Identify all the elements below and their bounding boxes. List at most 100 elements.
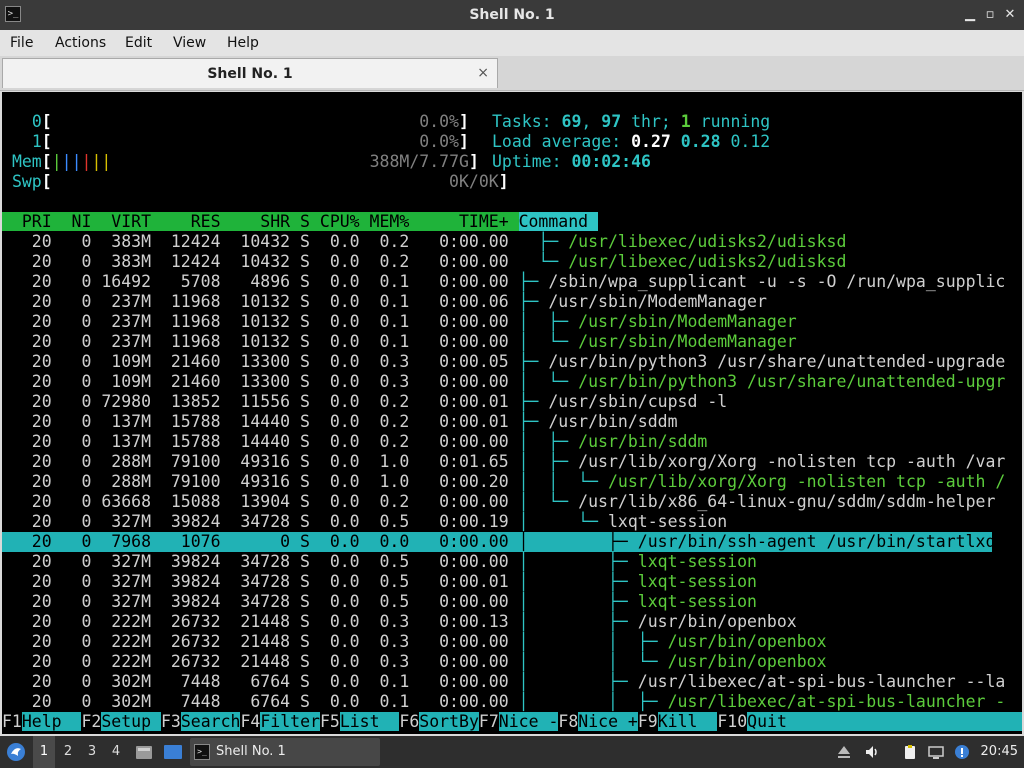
tree-connector: │ │ ├─	[518, 632, 668, 651]
fkey-label[interactable]: Nice +	[578, 712, 638, 731]
cpu1-meter: 1[ 0.0%]	[31, 132, 469, 151]
process-row[interactable]: 20 0 288M 79100 49316 S 0.0 1.0 0:01.65 …	[2, 452, 1006, 472]
process-command: /usr/libexec/at-spi-bus-launcher -	[667, 692, 1006, 711]
clock[interactable]: 20:45	[981, 736, 1018, 768]
menu-file[interactable]: File	[10, 30, 33, 56]
workspace-2[interactable]: 2	[57, 736, 79, 768]
tree-connector: │ ├─	[518, 452, 579, 471]
process-row[interactable]: 20 0 237M 11968 10132 S 0.0 0.1 0:00.00 …	[2, 312, 797, 332]
process-row[interactable]: 20 0 222M 26732 21448 S 0.0 0.3 0:00.00 …	[2, 652, 827, 672]
process-command: /usr/bin/sddm	[578, 432, 708, 451]
process-row[interactable]: 20 0 7968 1076 0 S 0.0 0.0 0:00.00 │ ├─ …	[2, 532, 1005, 552]
process-command: /usr/lib/xorg/Xorg -nolisten tcp -auth /	[607, 472, 1006, 491]
taskbar: 1 2 3 4 >_ Shell No. 1 20:45	[0, 736, 1024, 768]
process-row[interactable]: 20 0 302M 7448 6764 S 0.0 0.1 0:00.00 │ …	[2, 692, 1006, 712]
show-desktop-icon[interactable]	[163, 744, 183, 760]
process-row[interactable]: 20 0 237M 11968 10132 S 0.0 0.1 0:00.00 …	[2, 332, 797, 352]
fkey-f4[interactable]: F4	[240, 712, 261, 731]
file-manager-icon[interactable]	[135, 744, 153, 760]
process-row[interactable]: 20 0 16492 5708 4896 S 0.0 0.1 0:00.00 ├…	[2, 272, 1006, 292]
fkey-f1[interactable]: F1	[2, 712, 22, 731]
menu-view[interactable]: View	[173, 30, 206, 56]
tree-connector: │ ├─	[518, 612, 638, 631]
maximize-button[interactable]: ▫	[980, 0, 1000, 30]
process-row[interactable]: 20 0 137M 15788 14440 S 0.0 0.2 0:00.00 …	[2, 432, 708, 452]
tab-bar: Shell No. 1 ×	[0, 56, 1024, 91]
minimize-button[interactable]: ▁	[960, 0, 980, 30]
process-row[interactable]: 20 0 327M 39824 34728 S 0.0 0.5 0:00.01 …	[2, 572, 757, 592]
fkey-label[interactable]: Setup	[101, 712, 161, 731]
process-command: /usr/sbin/cupsd -l	[548, 392, 728, 411]
fkey-label[interactable]: Quit	[747, 712, 807, 731]
process-row[interactable]: 20 0 383M 12424 10432 S 0.0 0.2 0:00.00 …	[2, 252, 847, 272]
tab-shell-1[interactable]: Shell No. 1 ×	[2, 58, 498, 88]
menu-help[interactable]: Help	[227, 30, 259, 56]
process-row[interactable]: 20 0 222M 26732 21448 S 0.0 0.3 0:00.00 …	[2, 632, 827, 652]
process-stats: 20 0 302M 7448 6764 S 0.0 0.1 0:00.00	[2, 672, 519, 691]
process-row[interactable]: 20 0 327M 39824 34728 S 0.0 0.5 0:00.00 …	[2, 552, 757, 572]
fkey-f10[interactable]: F10	[717, 712, 748, 731]
fkey-f8[interactable]: F8	[558, 712, 579, 731]
window-titlebar[interactable]: >_ Shell No. 1 ▁ ▫ ✕	[0, 0, 1024, 30]
process-row[interactable]: 20 0 383M 12424 10432 S 0.0 0.2 0:00.00 …	[2, 232, 847, 252]
fkey-f7[interactable]: F7	[478, 712, 499, 731]
process-stats: 20 0 288M 79100 49316 S 0.0 1.0 0:01.65	[2, 452, 519, 471]
process-command: lxqt-session	[607, 512, 728, 531]
start-menu-icon[interactable]	[6, 742, 26, 762]
menu-actions[interactable]: Actions	[55, 30, 106, 56]
fkey-label[interactable]: Filter	[260, 712, 320, 731]
process-row[interactable]: 20 0 63668 15088 13904 S 0.0 0.2 0:00.00…	[2, 492, 996, 512]
network-icon[interactable]	[928, 744, 944, 760]
process-row[interactable]: 20 0 302M 7448 6764 S 0.0 0.1 0:00.00 │ …	[2, 672, 1006, 692]
process-command: /usr/sbin/ModemManager	[548, 292, 767, 311]
tree-connector: │ └─	[518, 372, 579, 391]
process-command: /usr/libexec/udisks2/udisksd	[568, 252, 847, 271]
process-row[interactable]: 20 0 72980 13852 11556 S 0.0 0.2 0:00.01…	[2, 392, 727, 412]
process-row[interactable]: 20 0 327M 39824 34728 S 0.0 0.5 0:00.00 …	[2, 592, 757, 612]
fkey-label[interactable]: Kill	[657, 712, 718, 731]
clipboard-icon[interactable]	[902, 744, 918, 760]
terminal-area[interactable]: 0[ 0.0%] 1[ 0.0%] Mem[|||||| 388M/7.77G]…	[2, 92, 1022, 734]
process-stats: 20 0 222M 26732 21448 S 0.0 0.3 0:00.00	[2, 632, 519, 651]
process-stats: 20 0 302M 7448 6764 S 0.0 0.1 0:00.00	[2, 692, 519, 711]
process-row[interactable]: 20 0 327M 39824 34728 S 0.0 0.5 0:00.19 …	[2, 512, 727, 532]
process-stats: 20 0 222M 26732 21448 S 0.0 0.3 0:00.00	[2, 652, 519, 671]
fkey-label[interactable]: List	[339, 712, 400, 731]
process-row[interactable]: 20 0 288M 79100 49316 S 0.0 1.0 0:00.20 …	[2, 472, 1006, 492]
tree-connector: │ ├─	[518, 532, 638, 551]
workspace-1[interactable]: 1	[33, 736, 55, 768]
process-row[interactable]: 20 0 222M 26732 21448 S 0.0 0.3 0:00.13 …	[2, 612, 797, 632]
close-button[interactable]: ✕	[1000, 0, 1020, 30]
fkey-f3[interactable]: F3	[160, 712, 181, 731]
process-row[interactable]: 20 0 109M 21460 13300 S 0.0 0.3 0:00.00 …	[2, 372, 1006, 392]
process-stats: 20 0 237M 11968 10132 S 0.0 0.1 0:00.06	[2, 292, 519, 311]
tree-connector: │ │ └─	[518, 652, 668, 671]
process-stats: 20 0 16492 5708 4896 S 0.0 0.1 0:00.00	[2, 272, 519, 291]
fkey-label[interactable]: Search	[180, 712, 241, 731]
fkey-f5[interactable]: F5	[319, 712, 340, 731]
column-header[interactable]: PRI NI VIRT RES SHR S CPU% MEM% TIME+ Co…	[2, 212, 599, 232]
fkey-label[interactable]: Help	[21, 712, 82, 731]
process-stats: 20 0 63668 15088 13904 S 0.0 0.2 0:00.00	[2, 492, 519, 511]
process-stats: 20 0 327M 39824 34728 S 0.0 0.5 0:00.01	[2, 572, 519, 591]
workspace-3[interactable]: 3	[81, 736, 103, 768]
volume-icon[interactable]	[864, 744, 880, 760]
tab-close-icon[interactable]: ×	[477, 59, 489, 87]
eject-icon[interactable]	[836, 744, 852, 760]
tree-connector: │ │ └─	[518, 472, 608, 491]
update-notifier-icon[interactable]	[954, 744, 970, 760]
process-stats: 20 0 72980 13852 11556 S 0.0 0.2 0:00.01	[2, 392, 519, 411]
menu-edit[interactable]: Edit	[125, 30, 152, 56]
fkey-label[interactable]: SortBy	[419, 712, 479, 731]
process-row[interactable]: 20 0 109M 21460 13300 S 0.0 0.3 0:00.05 …	[2, 352, 1006, 372]
process-row[interactable]: 20 0 237M 11968 10132 S 0.0 0.1 0:00.06 …	[2, 292, 767, 312]
fkey-f9[interactable]: F9	[637, 712, 658, 731]
fkey-f6[interactable]: F6	[399, 712, 420, 731]
taskbar-item-shell[interactable]: >_ Shell No. 1	[190, 738, 380, 766]
fkey-f2[interactable]: F2	[81, 712, 102, 731]
load-average: Load average: 0.27 0.28 0.12	[492, 132, 771, 151]
workspace-4[interactable]: 4	[105, 736, 127, 768]
fkey-label[interactable]: Nice -	[498, 712, 559, 731]
process-row[interactable]: 20 0 137M 15788 14440 S 0.0 0.2 0:00.01 …	[2, 412, 678, 432]
process-stats: 20 0 137M 15788 14440 S 0.0 0.2 0:00.01	[2, 412, 519, 431]
